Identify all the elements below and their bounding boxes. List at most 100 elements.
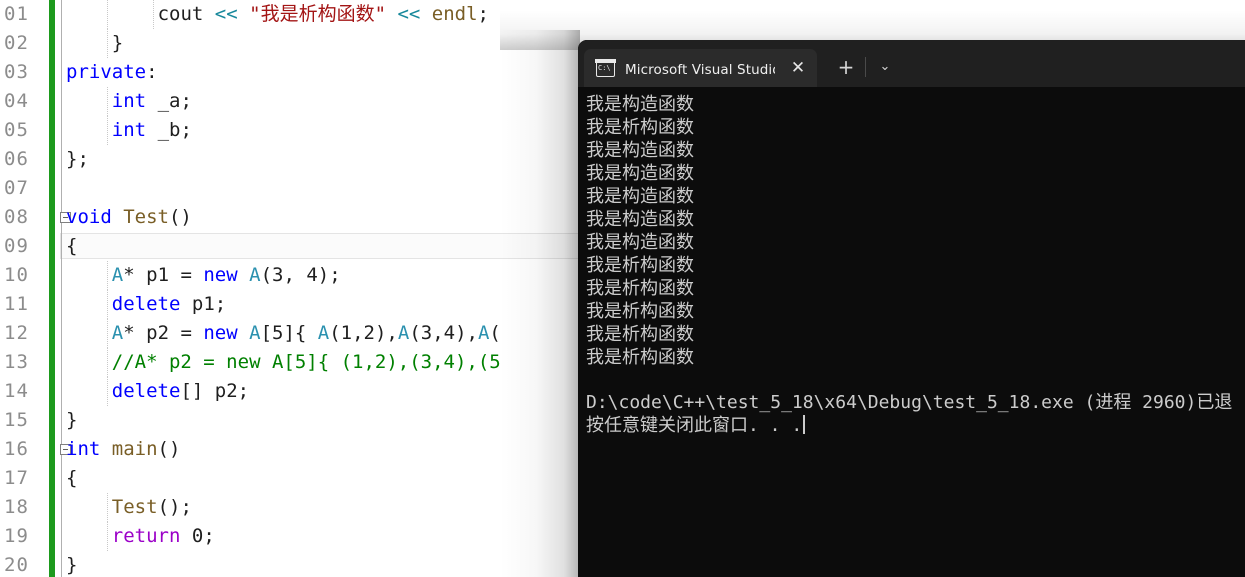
console-window[interactable]: Microsoft Visual Studio 调试控制台 ✕ + ⌄ 我是构造… (578, 40, 1245, 577)
line-number: 03 (4, 61, 29, 83)
code-token: Test (111, 496, 158, 518)
code-token: * p2 = (123, 322, 204, 344)
code-line[interactable]: 01 cout << "我是析构函数" << endl; (0, 0, 1245, 29)
console-output-line: 我是析构函数 (586, 301, 694, 322)
block-guide (61, 406, 63, 435)
indent-guide (106, 377, 109, 406)
code-text: cout << "我是析构函数" << endl; (158, 0, 489, 29)
code-text: delete[] p2; (112, 377, 249, 406)
code-token: { (66, 235, 78, 257)
code-token: delete (111, 380, 181, 402)
console-tab-title: Microsoft Visual Studio 调试控制台 (625, 62, 775, 78)
console-tab[interactable]: Microsoft Visual Studio 调试控制台 ✕ (584, 49, 817, 87)
code-token: "我是析构函数" (249, 3, 387, 25)
code-text: return 0; (112, 522, 215, 551)
indent-guide (106, 290, 109, 319)
press-any-key-line: 按任意键关闭此窗口. . . (586, 414, 1245, 437)
code-text: delete p1; (112, 290, 226, 319)
block-guide (61, 522, 63, 551)
line-number: 13 (4, 351, 29, 373)
code-text: A* p2 = new A[5]{ A(1,2),A(3,4),A( (112, 319, 501, 348)
code-token: //A* p2 = new A[5]{ (1,2),(3,4),(5 (111, 351, 501, 373)
line-number: 14 (4, 380, 29, 402)
block-guide (61, 232, 63, 261)
block-guide (61, 348, 63, 377)
line-number: 02 (4, 32, 29, 54)
indent-guide (106, 116, 109, 145)
code-token: ( (489, 322, 501, 344)
line-number: 18 (4, 496, 29, 518)
process-exit-line: D:\code\C++\test_5_18\x64\Debug\test_5_1… (586, 392, 1233, 413)
code-token: << (214, 3, 250, 25)
code-token: [] p2; (180, 380, 250, 402)
code-token: : (146, 61, 158, 83)
code-token: _b; (146, 119, 192, 141)
console-output-line: 我是析构函数 (586, 117, 694, 138)
indent-guide (106, 261, 109, 290)
code-token: cout (157, 3, 215, 25)
block-guide (61, 145, 63, 174)
code-token: ; (477, 3, 489, 25)
code-token: return (111, 525, 181, 547)
console-window-icon (595, 58, 616, 77)
code-text: { (66, 232, 77, 261)
code-text: int main() (66, 435, 180, 464)
code-text: //A* p2 = new A[5]{ (1,2),(3,4),(5 (112, 348, 501, 377)
code-token: A (249, 264, 261, 286)
code-token: int (111, 90, 147, 112)
block-guide (61, 29, 63, 58)
indent-guide (106, 0, 109, 29)
code-text: int _a; (112, 87, 192, 116)
console-titlebar[interactable]: Microsoft Visual Studio 调试控制台 ✕ + ⌄ (578, 40, 1245, 87)
code-token: [5]{ (260, 322, 318, 344)
block-guide (61, 174, 63, 203)
code-token: Test (123, 206, 169, 228)
code-token: << (386, 3, 432, 25)
console-output-area[interactable]: 我是构造函数 我是析构函数 我是构造函数 我是构造函数 我是构造函数 我是构造函数 我是构造… (578, 87, 1245, 577)
code-token: () (168, 206, 192, 228)
close-icon[interactable]: ✕ (785, 55, 811, 81)
new-tab-button[interactable]: + (831, 54, 861, 80)
indent-guide (106, 319, 109, 348)
code-token: _a; (146, 90, 192, 112)
block-guide (61, 377, 63, 406)
code-token: } (111, 32, 124, 54)
block-guide (61, 319, 63, 348)
code-token: new (203, 322, 238, 344)
line-number: 08 (4, 206, 29, 228)
code-token: (); (157, 496, 192, 518)
indent-guide (152, 0, 155, 29)
code-token: 0; (180, 525, 215, 547)
line-number: 20 (4, 554, 29, 576)
code-token: p1; (180, 293, 227, 315)
line-number: 10 (4, 264, 29, 286)
block-guide (61, 87, 63, 116)
console-output-line: 我是析构函数 (586, 255, 694, 276)
code-text: { (66, 464, 77, 493)
line-number: 01 (4, 3, 29, 25)
code-token: () (157, 438, 181, 460)
line-number: 16 (4, 438, 29, 460)
code-text: private: (66, 58, 158, 87)
indent-guide (106, 493, 109, 522)
code-token: { (66, 467, 78, 489)
indent-guide (106, 348, 109, 377)
code-token: int (66, 438, 101, 460)
line-number: 05 (4, 119, 29, 141)
code-token: new (203, 264, 238, 286)
code-token: }; (66, 148, 89, 170)
chevron-down-icon[interactable]: ⌄ (870, 54, 900, 80)
line-number: 15 (4, 409, 29, 431)
line-number: 12 (4, 322, 29, 344)
code-token: private (66, 61, 147, 83)
line-number: 11 (4, 293, 29, 315)
console-output-line: 我是析构函数 (586, 324, 694, 345)
console-output-line: 我是构造函数 (586, 140, 694, 161)
indent-guide (106, 522, 109, 551)
code-text: } (66, 406, 77, 435)
code-token: delete (111, 293, 181, 315)
